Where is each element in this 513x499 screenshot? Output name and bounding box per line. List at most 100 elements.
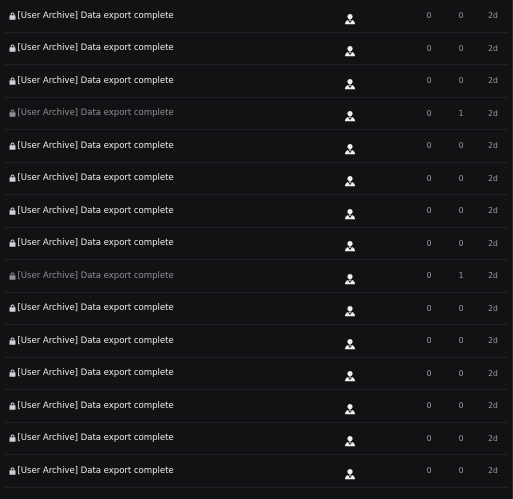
replies-count: 0 <box>426 336 432 346</box>
topic-row[interactable]: [User Archive] Data export complete 0 1 … <box>5 260 508 293</box>
topic-title-link[interactable]: [User Archive] Data export complete <box>18 336 174 346</box>
topic-row[interactable]: [User Archive] Data export complete 0 0 … <box>5 455 508 488</box>
topic-row[interactable]: [User Archive] Data export complete 0 0 … <box>5 33 508 65</box>
replies-count: 0 <box>426 76 432 86</box>
activity-age[interactable]: 2d <box>483 0 503 32</box>
user-avatar-icon[interactable] <box>344 465 356 479</box>
replies-count: 0 <box>426 401 432 411</box>
topic-title-link[interactable]: [User Archive] Data export complete <box>18 368 174 378</box>
views-count: 1 <box>458 108 464 118</box>
user-avatar-icon[interactable] <box>344 205 356 219</box>
lock-icon <box>9 207 16 215</box>
topic-title-link[interactable]: [User Archive] Data export complete <box>18 433 174 443</box>
topic-title-cell: [User Archive] Data export complete <box>9 423 174 455</box>
topic-title-link[interactable]: [User Archive] Data export complete <box>18 141 174 151</box>
topic-title-cell: [User Archive] Data export complete <box>9 65 174 97</box>
topic-title-cell: [User Archive] Data export complete <box>9 33 174 65</box>
topic-row[interactable]: [User Archive] Data export complete 0 0 … <box>5 358 508 390</box>
topic-row[interactable]: [User Archive] Data export complete 0 0 … <box>5 195 508 228</box>
topic-title-link[interactable]: [User Archive] Data export complete <box>18 303 174 313</box>
views-count: 0 <box>458 303 464 313</box>
replies-count: 0 <box>426 368 432 378</box>
topic-title-link[interactable]: [User Archive] Data export complete <box>18 43 174 53</box>
replies-count: 0 <box>426 466 432 476</box>
activity-age[interactable]: 2d <box>483 260 503 292</box>
topic-title-cell: [User Archive] Data export complete <box>9 358 174 390</box>
user-avatar-icon[interactable] <box>344 270 356 284</box>
replies-count: 0 <box>426 43 432 53</box>
views-count: 0 <box>458 43 464 53</box>
lock-icon <box>9 239 16 248</box>
activity-age[interactable]: 2d <box>483 325 503 357</box>
activity-age[interactable]: 2d <box>483 163 503 195</box>
user-avatar-icon[interactable] <box>344 42 356 57</box>
views-count: 1 <box>458 271 464 281</box>
topic-title-link[interactable]: [User Archive] Data export complete <box>18 238 174 248</box>
activity-age[interactable]: 2d <box>483 228 503 260</box>
activity-age[interactable]: 2d <box>483 293 503 325</box>
topic-row[interactable]: [User Archive] Data export complete 0 0 … <box>5 0 508 33</box>
replies-count: 0 <box>426 433 432 443</box>
activity-age[interactable]: 2d <box>483 98 503 130</box>
views-count: 0 <box>458 206 464 216</box>
user-avatar-icon[interactable] <box>344 302 356 317</box>
topic-list-view: [User Archive] Data export complete 0 0 … <box>0 0 513 499</box>
user-avatar-icon[interactable] <box>344 400 356 414</box>
lock-icon <box>9 272 16 280</box>
activity-age[interactable]: 2d <box>483 423 503 455</box>
lock-icon <box>9 142 16 150</box>
lock-icon <box>9 174 16 183</box>
topic-title-cell: [User Archive] Data export complete <box>9 228 174 260</box>
topic-row[interactable]: [User Archive] Data export complete 0 0 … <box>5 325 508 358</box>
replies-count: 0 <box>426 108 432 118</box>
topic-title-link[interactable]: [User Archive] Data export complete <box>18 466 174 476</box>
activity-age[interactable]: 2d <box>483 455 503 487</box>
topic-row[interactable]: [User Archive] Data export complete 0 0 … <box>5 423 508 455</box>
activity-age[interactable]: 2d <box>483 130 503 162</box>
user-avatar-icon[interactable] <box>344 107 356 122</box>
topic-title-link[interactable]: [User Archive] Data export complete <box>18 173 174 183</box>
topic-title-link[interactable]: [User Archive] Data export complete <box>18 76 174 86</box>
views-count: 0 <box>458 141 464 151</box>
activity-age[interactable]: 2d <box>483 390 503 422</box>
activity-age[interactable]: 2d <box>483 358 503 390</box>
topic-row[interactable]: [User Archive] Data export complete 0 0 … <box>5 65 508 98</box>
topic-row[interactable]: [User Archive] Data export complete 0 0 … <box>5 228 508 260</box>
activity-age[interactable]: 2d <box>483 33 503 65</box>
topic-title-link[interactable]: [User Archive] Data export complete <box>18 206 174 216</box>
replies-count: 0 <box>426 271 432 281</box>
views-count: 0 <box>458 76 464 86</box>
topic-row[interactable]: [User Archive] Data export complete 0 1 … <box>5 98 508 130</box>
user-avatar-icon[interactable] <box>344 432 356 447</box>
topic-title-cell: [User Archive] Data export complete <box>9 390 174 422</box>
topic-title-cell: [User Archive] Data export complete <box>9 130 174 162</box>
user-avatar-icon[interactable] <box>344 335 356 349</box>
topic-title-cell: [User Archive] Data export complete <box>9 0 174 32</box>
views-count: 0 <box>458 11 464 21</box>
topic-title-cell: [User Archive] Data export complete <box>9 293 174 325</box>
views-count: 0 <box>458 368 464 378</box>
topic-row[interactable]: [User Archive] Data export complete 0 0 … <box>5 293 508 325</box>
user-avatar-icon[interactable] <box>344 75 356 89</box>
lock-icon <box>9 369 16 378</box>
activity-age[interactable]: 2d <box>483 195 503 227</box>
views-count: 0 <box>458 401 464 411</box>
topic-title-cell: [User Archive] Data export complete <box>9 325 174 357</box>
topic-row[interactable]: [User Archive] Data export complete 0 0 … <box>5 390 508 423</box>
user-avatar-icon[interactable] <box>344 10 356 24</box>
lock-icon <box>9 109 16 118</box>
topic-title-link[interactable]: [User Archive] Data export complete <box>18 108 174 118</box>
user-avatar-icon[interactable] <box>344 237 356 252</box>
topic-title-link[interactable]: [User Archive] Data export complete <box>18 11 174 21</box>
user-avatar-icon[interactable] <box>344 367 356 382</box>
activity-age[interactable]: 2d <box>483 65 503 97</box>
topic-title-link[interactable]: [User Archive] Data export complete <box>18 271 174 281</box>
replies-count: 0 <box>426 11 432 21</box>
user-avatar-icon[interactable] <box>344 172 356 187</box>
topic-row[interactable]: [User Archive] Data export complete 0 0 … <box>5 163 508 195</box>
lock-icon <box>9 434 16 443</box>
topic-row[interactable]: [User Archive] Data export complete 0 0 … <box>5 130 508 163</box>
user-avatar-icon[interactable] <box>344 140 356 154</box>
lock-icon <box>9 402 16 410</box>
topic-title-link[interactable]: [User Archive] Data export complete <box>18 401 174 411</box>
